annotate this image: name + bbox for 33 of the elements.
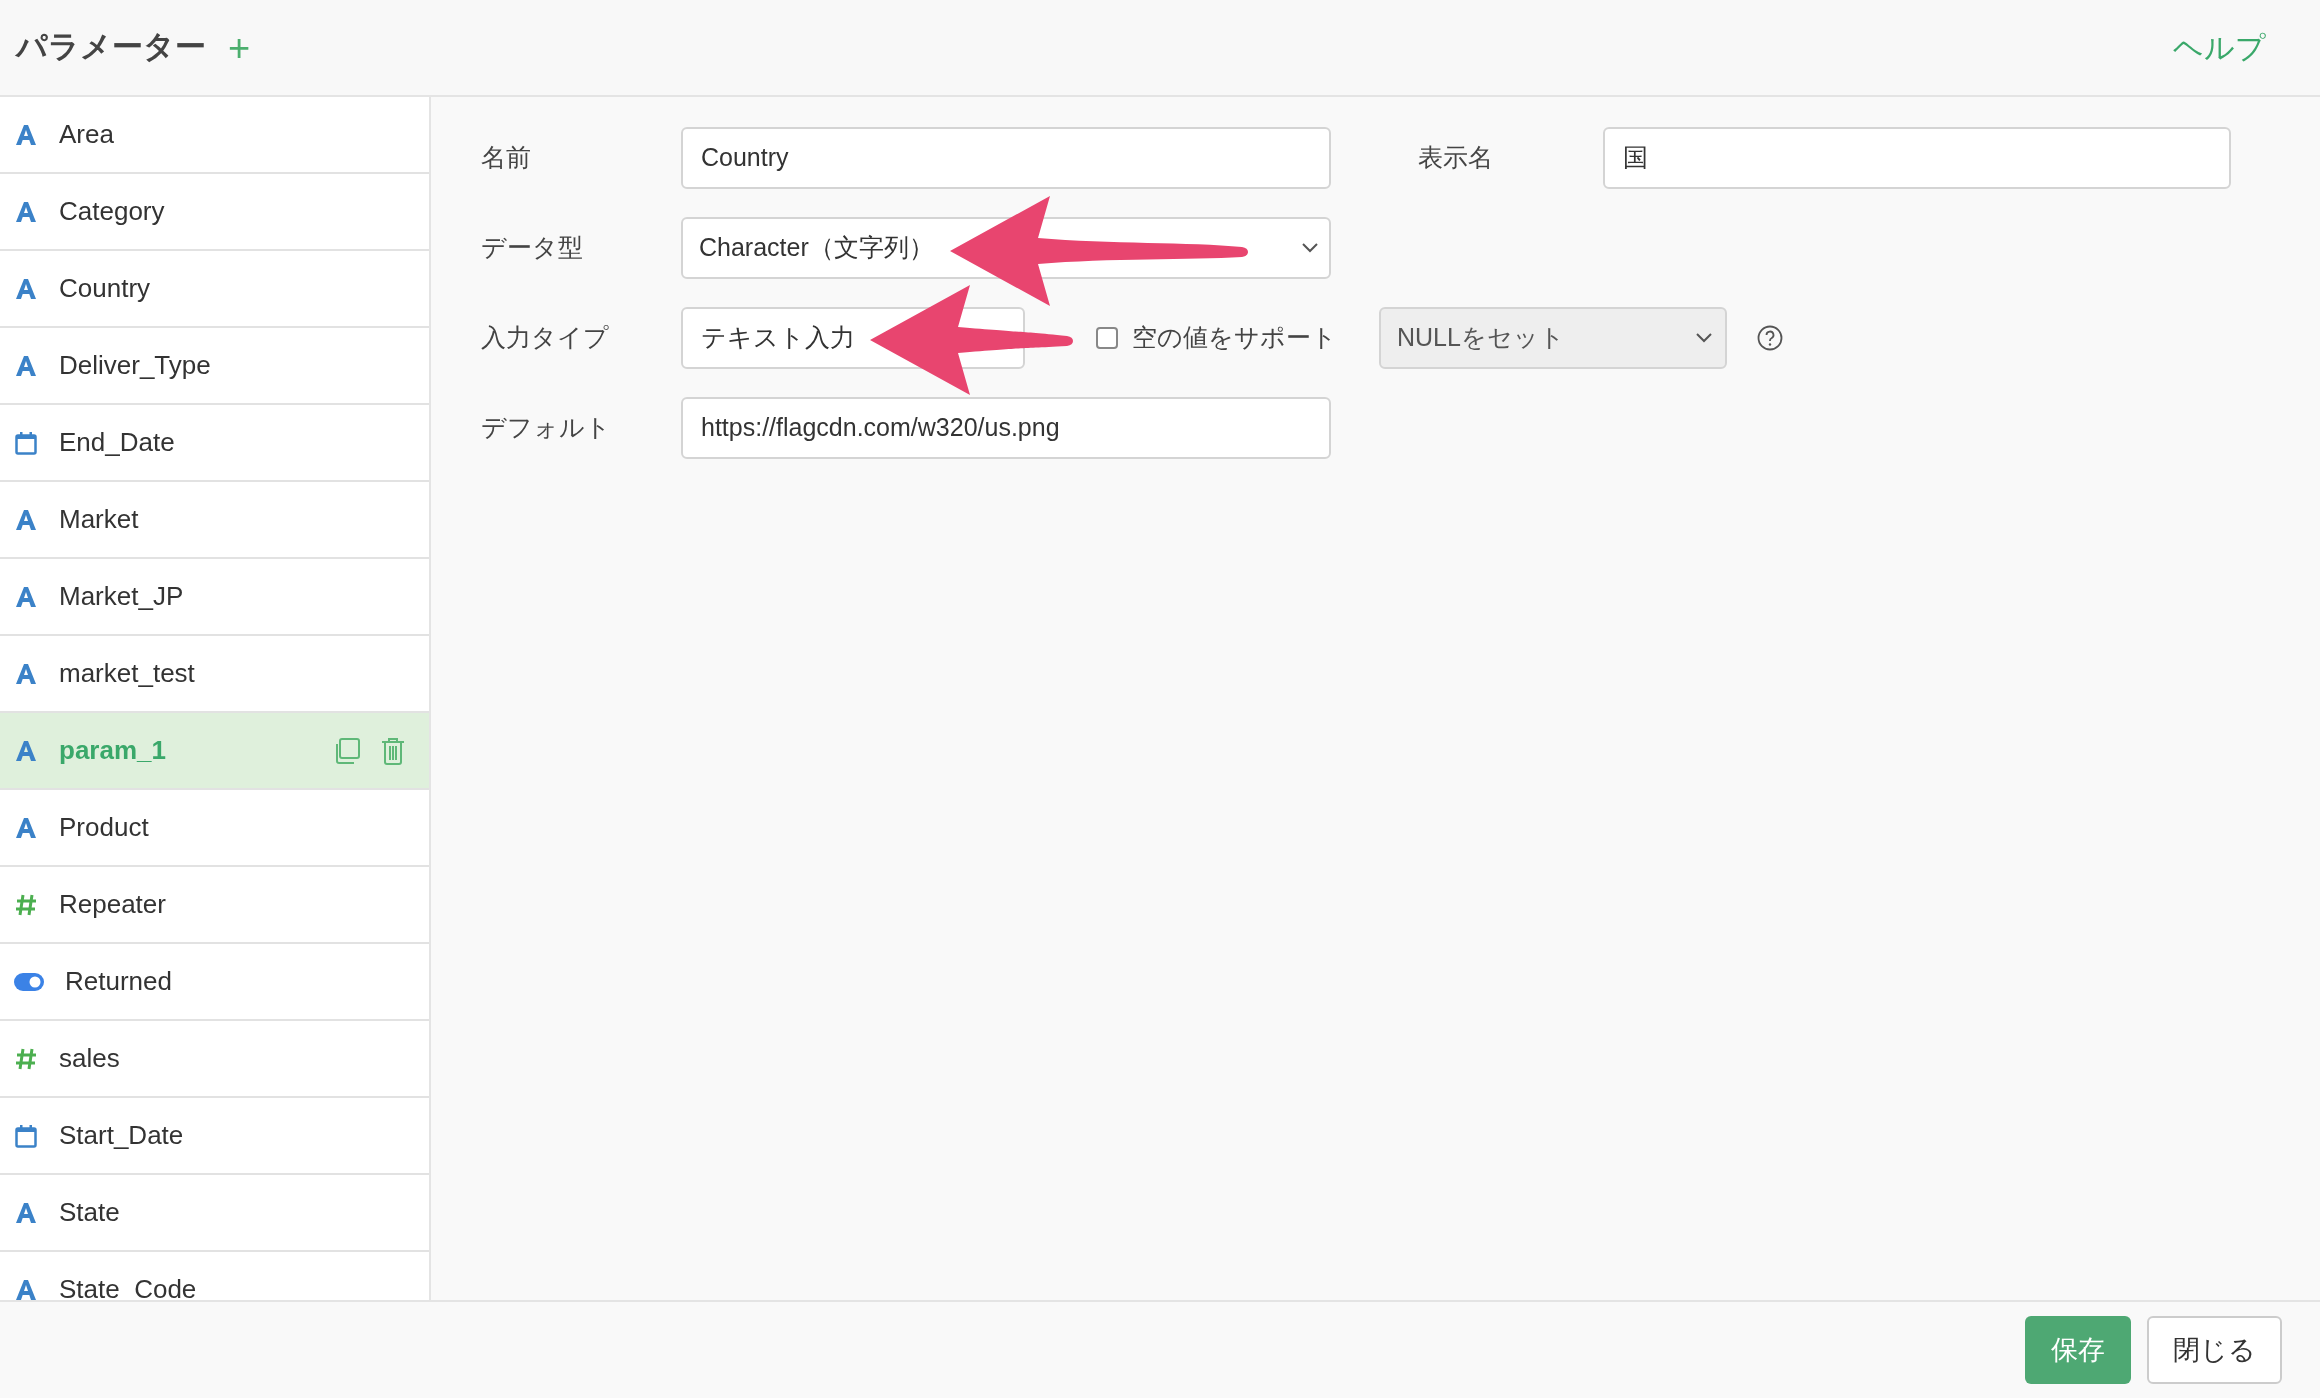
text-field[interactable]: Country	[681, 127, 1331, 189]
text-field[interactable]: https://flagcdn.com/w320/us.png	[681, 397, 1331, 459]
letter-a-icon	[14, 353, 38, 378]
copy-icon[interactable]	[333, 736, 361, 765]
field-label: 名前	[481, 142, 532, 174]
field-label: 入力タイプ	[481, 322, 610, 354]
close-button[interactable]: 閉じる	[2147, 1316, 2282, 1384]
trash-icon[interactable]	[381, 736, 405, 765]
checkbox[interactable]	[1096, 327, 1118, 349]
letter-a-icon	[14, 1277, 38, 1300]
field-label: デフォルト	[481, 412, 612, 444]
letter-a-icon	[14, 122, 38, 147]
letter-a-icon	[14, 815, 38, 840]
letter-a-icon	[14, 199, 38, 224]
calendar-icon	[14, 430, 38, 455]
page-title: パラメーター	[16, 28, 206, 67]
letter-a-icon	[14, 276, 38, 301]
hash-icon	[14, 1046, 38, 1071]
letter-a-icon	[14, 1200, 38, 1225]
field-label: データ型	[481, 232, 584, 264]
letter-a-icon	[14, 661, 38, 686]
letter-a-icon	[14, 507, 38, 532]
help-icon[interactable]	[1757, 325, 1783, 351]
toggle-icon	[14, 972, 44, 991]
calendar-icon	[14, 1123, 38, 1148]
hash-icon	[14, 892, 38, 917]
text-field[interactable]: 国	[1603, 127, 2231, 189]
checkbox-label: 空の値をサポート	[1132, 322, 1337, 354]
field-label: 表示名	[1418, 142, 1494, 174]
chevron-down-icon	[1695, 332, 1713, 344]
letter-a-icon	[14, 738, 38, 763]
letter-a-icon	[14, 584, 38, 609]
chevron-down-icon	[1301, 242, 1319, 254]
